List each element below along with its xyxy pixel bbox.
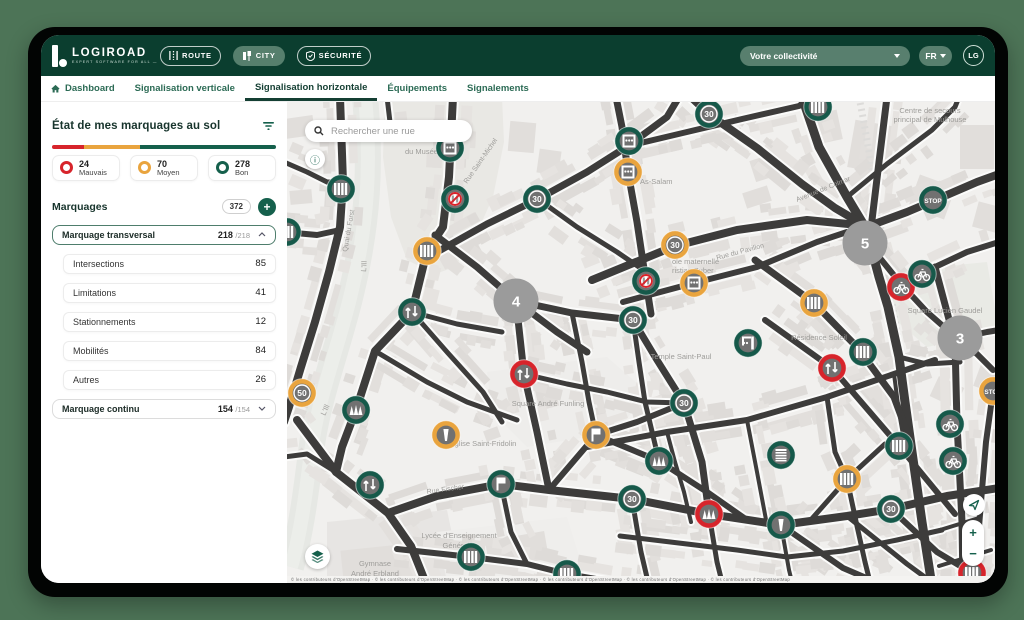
svg-text:Square André Funling: Square André Funling (512, 399, 585, 408)
svg-text:Temple Saint-Paul: Temple Saint-Paul (651, 352, 712, 361)
svg-text:4: 4 (512, 294, 521, 311)
svg-text:Square Lucien Gaudel: Square Lucien Gaudel (908, 306, 983, 315)
svg-text:As-Salam: As-Salam (640, 177, 673, 186)
svg-text:Résidence Soleil: Résidence Soleil (791, 333, 847, 342)
svg-text:Centre de secours: Centre de secours (899, 106, 961, 115)
svg-text:du Musée: du Musée (405, 147, 438, 156)
svg-text:principal de Mulhouse: principal de Mulhouse (894, 115, 967, 124)
svg-text:Gymnase: Gymnase (359, 559, 391, 568)
svg-text:L'Ill: L'Ill (359, 260, 369, 272)
svg-text:© les contributeurs d'OpenStre: © les contributeurs d'OpenStreetMap · © … (291, 577, 790, 582)
svg-text:Lycée d'Enseignement: Lycée d'Enseignement (421, 531, 497, 540)
svg-text:5: 5 (861, 236, 869, 253)
svg-text:3: 3 (956, 331, 964, 348)
